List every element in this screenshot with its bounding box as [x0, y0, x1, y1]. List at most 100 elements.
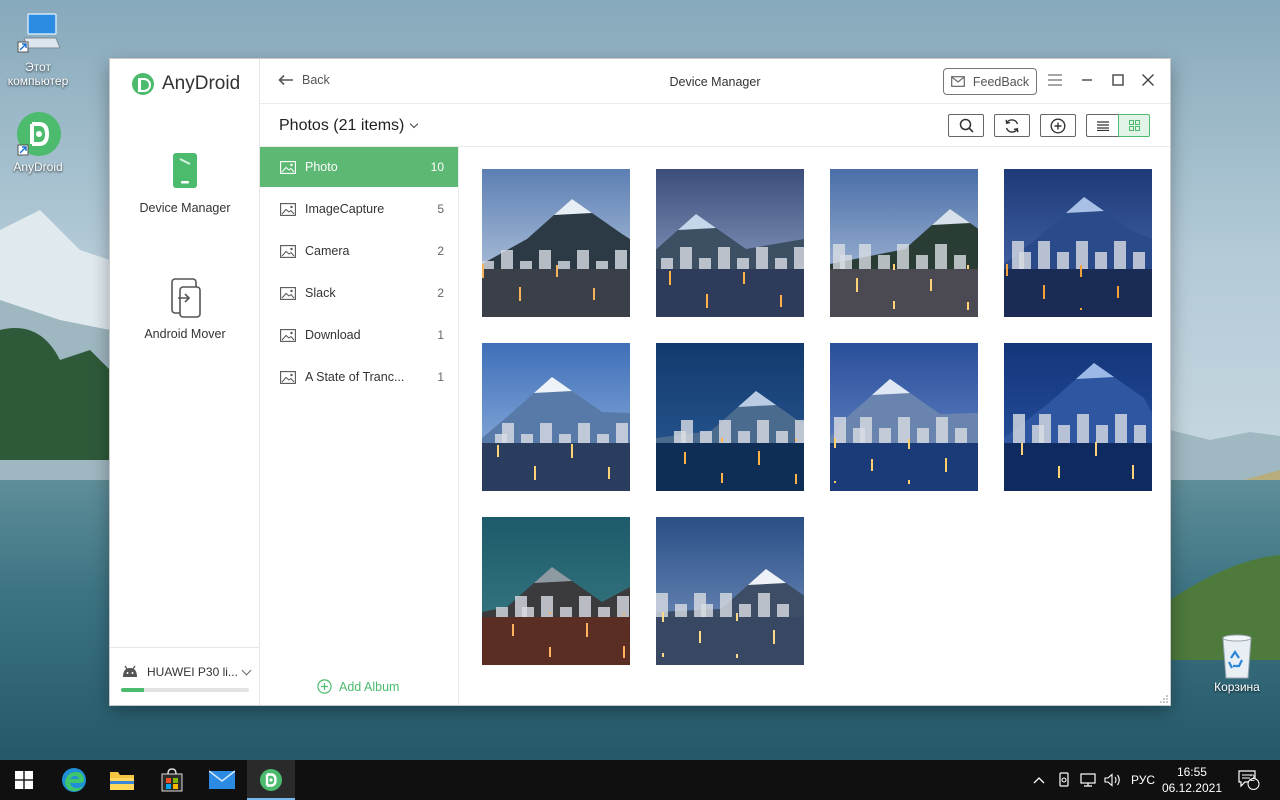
- photo-image: [656, 517, 804, 665]
- tray-device-icon-button[interactable]: [1057, 760, 1073, 800]
- transfer-icon: [168, 277, 202, 318]
- photo-thumbnail[interactable]: [1004, 343, 1152, 491]
- phone-icon: [168, 151, 202, 191]
- clock-time: 16:55: [1176, 765, 1207, 779]
- language-indicator: РУС: [1131, 773, 1156, 787]
- start-button[interactable]: [0, 760, 48, 800]
- close-icon[interactable]: [1139, 71, 1157, 89]
- photo-thumbnail[interactable]: [830, 169, 978, 317]
- tray-volume-button[interactable]: [1104, 760, 1122, 800]
- photo-thumbnail[interactable]: [656, 517, 804, 665]
- minimize-icon[interactable]: [1078, 71, 1096, 89]
- taskbar-anydroid[interactable]: [247, 760, 295, 800]
- back-label: Back: [302, 73, 330, 87]
- album-count: 2: [437, 286, 444, 300]
- chevron-down-icon: [410, 119, 419, 129]
- brand-name: AnyDroid: [162, 73, 241, 94]
- album-count: 1: [437, 328, 444, 342]
- notification-icon: [1238, 770, 1260, 790]
- folder-icon: [110, 772, 134, 790]
- edge-browser-icon: [62, 768, 86, 792]
- taskbar-store[interactable]: [148, 760, 196, 800]
- storage-bar-fill: [121, 688, 145, 692]
- network-icon: [1080, 773, 1096, 787]
- notification-count: 2: [1250, 773, 1256, 783]
- photo-thumbnail[interactable]: [482, 169, 630, 317]
- notification-center-button[interactable]: 2: [1238, 760, 1262, 800]
- taskbar-file-explorer[interactable]: [98, 760, 146, 800]
- taskbar: РУС 16:55 06.12.2021 2: [0, 760, 1280, 800]
- nav-device-manager[interactable]: Device Manager: [110, 151, 260, 215]
- album-item[interactable]: Photo 10: [260, 147, 458, 187]
- photo-thumbnail[interactable]: [1004, 169, 1152, 317]
- title-bar: Back Device Manager FeedBack: [260, 59, 1170, 104]
- photo-thumbnail[interactable]: [656, 169, 804, 317]
- album-item[interactable]: Download 1: [260, 315, 458, 355]
- album-title: Photos (21 items): [279, 117, 405, 134]
- arrow-left-icon: [278, 74, 293, 86]
- add-album-button[interactable]: Add Album: [317, 679, 399, 694]
- photo-image: [482, 169, 630, 317]
- storage-bar: [121, 688, 249, 692]
- desktop-icon-recycle-bin[interactable]: Корзина: [1199, 632, 1275, 694]
- image-icon: [280, 160, 296, 174]
- photo-image: [656, 169, 804, 317]
- album-name: Download: [305, 328, 361, 342]
- content-toolbar: Photos (21 items): [260, 104, 1170, 147]
- album-name: A State of Tranc...: [305, 370, 405, 384]
- album-item[interactable]: Camera 2: [260, 231, 458, 271]
- image-icon: [280, 244, 296, 258]
- image-icon: [280, 286, 296, 300]
- desktop-icon-this-pc[interactable]: Этот компьютер: [0, 12, 76, 88]
- desktop-icon-anydroid[interactable]: AnyDroid: [0, 112, 76, 174]
- photo-thumbnail[interactable]: [482, 343, 630, 491]
- album-count: 1: [437, 370, 444, 384]
- desktop-icon-label: Этот компьютер: [7, 60, 69, 88]
- image-icon: [280, 202, 296, 216]
- device-selector[interactable]: HUAWEI P30 li...: [110, 647, 260, 705]
- feedback-button[interactable]: FeedBack: [943, 68, 1037, 95]
- back-button[interactable]: Back: [278, 73, 330, 87]
- mail-app-icon: [209, 770, 235, 789]
- clock[interactable]: 16:55 06.12.2021: [1162, 764, 1222, 796]
- add-circle-icon: [1050, 117, 1066, 134]
- brand: AnyDroid: [132, 72, 240, 96]
- add-button[interactable]: [1040, 114, 1076, 137]
- refresh-button[interactable]: [994, 114, 1030, 137]
- album-item[interactable]: A State of Tranc... 1: [260, 357, 458, 397]
- album-name: Slack: [305, 286, 336, 300]
- grid-view-button[interactable]: [1118, 114, 1150, 137]
- menu-icon[interactable]: [1046, 71, 1064, 89]
- photo-image: [1004, 169, 1152, 317]
- windows-logo-icon: [15, 771, 33, 789]
- list-view-button[interactable]: [1086, 114, 1118, 137]
- taskbar-edge[interactable]: [50, 760, 98, 800]
- photo-image: [830, 343, 978, 491]
- album-title-dropdown[interactable]: Photos (21 items): [279, 117, 419, 135]
- nav-android-mover[interactable]: Android Mover: [110, 277, 260, 341]
- add-circle-icon: [317, 679, 332, 694]
- search-button[interactable]: [948, 114, 984, 137]
- desktop-icon-label: Корзина: [1214, 680, 1260, 694]
- maximize-icon[interactable]: [1109, 71, 1127, 89]
- album-list: Add Album Photo 10 ImageCapture 5 Camera 2 Sla…: [260, 147, 459, 705]
- grid-view-icon: [1128, 120, 1140, 131]
- taskbar-mail[interactable]: [198, 760, 246, 800]
- album-item[interactable]: Slack 2: [260, 273, 458, 313]
- recycle-bin-icon: [1215, 632, 1259, 679]
- photo-thumbnail[interactable]: [656, 343, 804, 491]
- photo-thumbnail[interactable]: [482, 517, 630, 665]
- photo-image: [656, 343, 804, 491]
- album-item[interactable]: ImageCapture 5: [260, 189, 458, 229]
- photo-thumbnail[interactable]: [830, 343, 978, 491]
- mail-icon: [950, 76, 965, 87]
- album-count: 2: [437, 244, 444, 258]
- tray-overflow-button[interactable]: [1033, 760, 1049, 800]
- resize-grip-icon[interactable]: [1160, 695, 1168, 703]
- sidebar: AnyDroid Device Manager Android Mover HU…: [110, 59, 260, 705]
- image-icon: [280, 370, 296, 384]
- tray-network-button[interactable]: [1080, 760, 1098, 800]
- nav-label: Device Manager: [139, 201, 231, 215]
- album-count: 10: [430, 160, 444, 174]
- tray-language-button[interactable]: РУС: [1131, 760, 1155, 800]
